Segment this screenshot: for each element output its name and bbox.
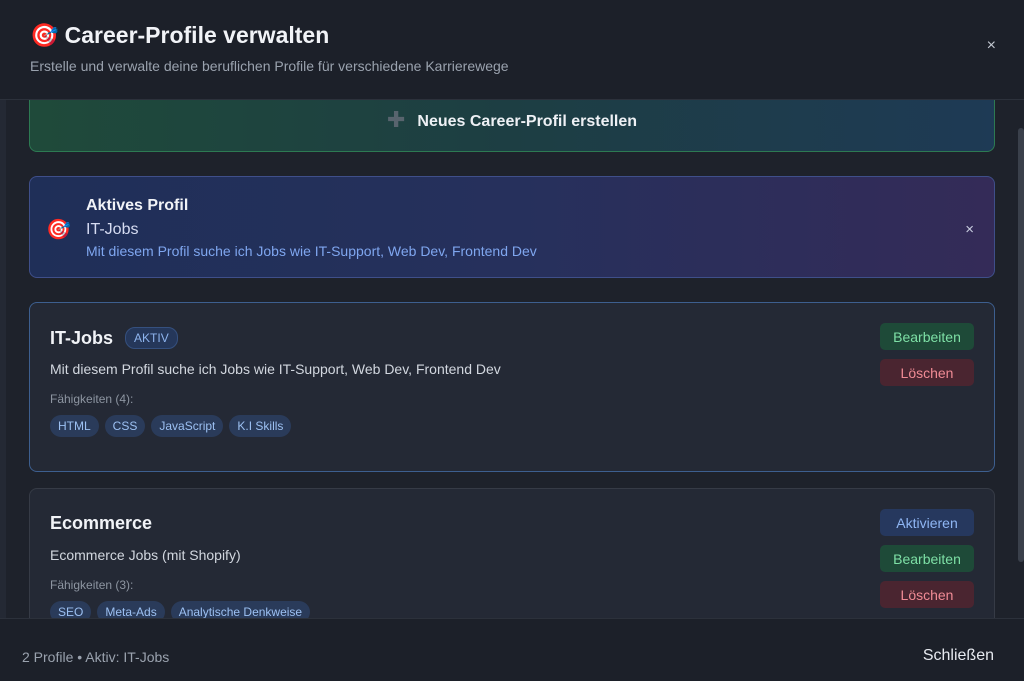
skills-label: Fähigkeiten (4): (50, 392, 134, 406)
active-profile-name: IT-Jobs (86, 221, 139, 238)
new-profile-label: Neues Career-Profil erstellen (417, 113, 638, 130)
plus-icon: ✚ (386, 107, 406, 132)
profile-card-it-jobs: IT-Jobs AKTIV Mit diesem Profil suche ic… (29, 302, 995, 472)
close-button[interactable]: Schließen (923, 647, 994, 665)
edit-button[interactable]: Bearbeiten (880, 545, 974, 572)
target-icon: 🎯 (30, 22, 59, 48)
deactivate-close-icon[interactable]: × (965, 221, 974, 238)
profile-card-ecommerce: Ecommerce Ecommerce Jobs (mit Shopify) F… (29, 488, 995, 618)
close-icon[interactable]: × (987, 38, 996, 54)
active-badge: AKTIV (125, 327, 178, 349)
skill-tag: Meta-Ads (97, 601, 165, 618)
profile-name: Ecommerce (50, 513, 153, 533)
scrollbar-thumb[interactable] (1018, 128, 1024, 562)
modal-footer: 2 Profile • Aktiv: IT-Jobs Schließen (0, 618, 1024, 681)
activate-button[interactable]: Aktivieren (880, 509, 974, 536)
profile-title: IT-Jobs AKTIV (50, 327, 178, 349)
skill-tag: Analytische Denkweise (170, 601, 311, 618)
modal-title: 🎯 Career-Profile verwalten (30, 22, 329, 49)
profile-title: Ecommerce (50, 513, 152, 534)
edit-button[interactable]: Bearbeiten (880, 323, 974, 350)
profile-description: Mit diesem Profil suche ich Jobs wie IT-… (50, 361, 501, 377)
profiles-scroll-area[interactable]: ✚ Neues Career-Profil erstellen 🎯 Aktive… (6, 100, 1018, 618)
footer-status: 2 Profile • Aktiv: IT-Jobs (22, 649, 170, 665)
profile-name: IT-Jobs (50, 327, 114, 348)
skills-label: Fähigkeiten (3): (50, 578, 134, 592)
skill-tag: HTML (50, 415, 99, 437)
career-profile-modal: 🎯 Career-Profile verwalten Erstelle und … (0, 0, 1024, 681)
skills-tags: HTML CSS JavaScript K.I Skills (50, 415, 292, 437)
skill-tag: CSS (104, 415, 146, 437)
modal-title-text: Career-Profile verwalten (64, 22, 330, 48)
profile-description: Ecommerce Jobs (mit Shopify) (50, 547, 241, 563)
target-icon: 🎯 (46, 219, 71, 241)
skill-tag: K.I Skills (229, 415, 292, 437)
delete-button[interactable]: Löschen (880, 581, 974, 608)
skill-tag: JavaScript (151, 415, 224, 437)
active-profile-heading: Aktives Profil (86, 197, 189, 214)
active-profile-card: 🎯 Aktives Profil IT-Jobs Mit diesem Prof… (29, 176, 995, 278)
modal-header: 🎯 Career-Profile verwalten Erstelle und … (0, 0, 1024, 100)
modal-subtitle: Erstelle und verwalte deine beruflichen … (30, 58, 509, 74)
active-profile-description: Mit diesem Profil suche ich Jobs wie IT-… (86, 243, 537, 259)
delete-button[interactable]: Löschen (880, 359, 974, 386)
skill-tag: SEO (50, 601, 92, 618)
skills-tags: SEO Meta-Ads Analytische Denkweise (50, 601, 311, 618)
new-profile-button[interactable]: ✚ Neues Career-Profil erstellen (29, 100, 995, 152)
